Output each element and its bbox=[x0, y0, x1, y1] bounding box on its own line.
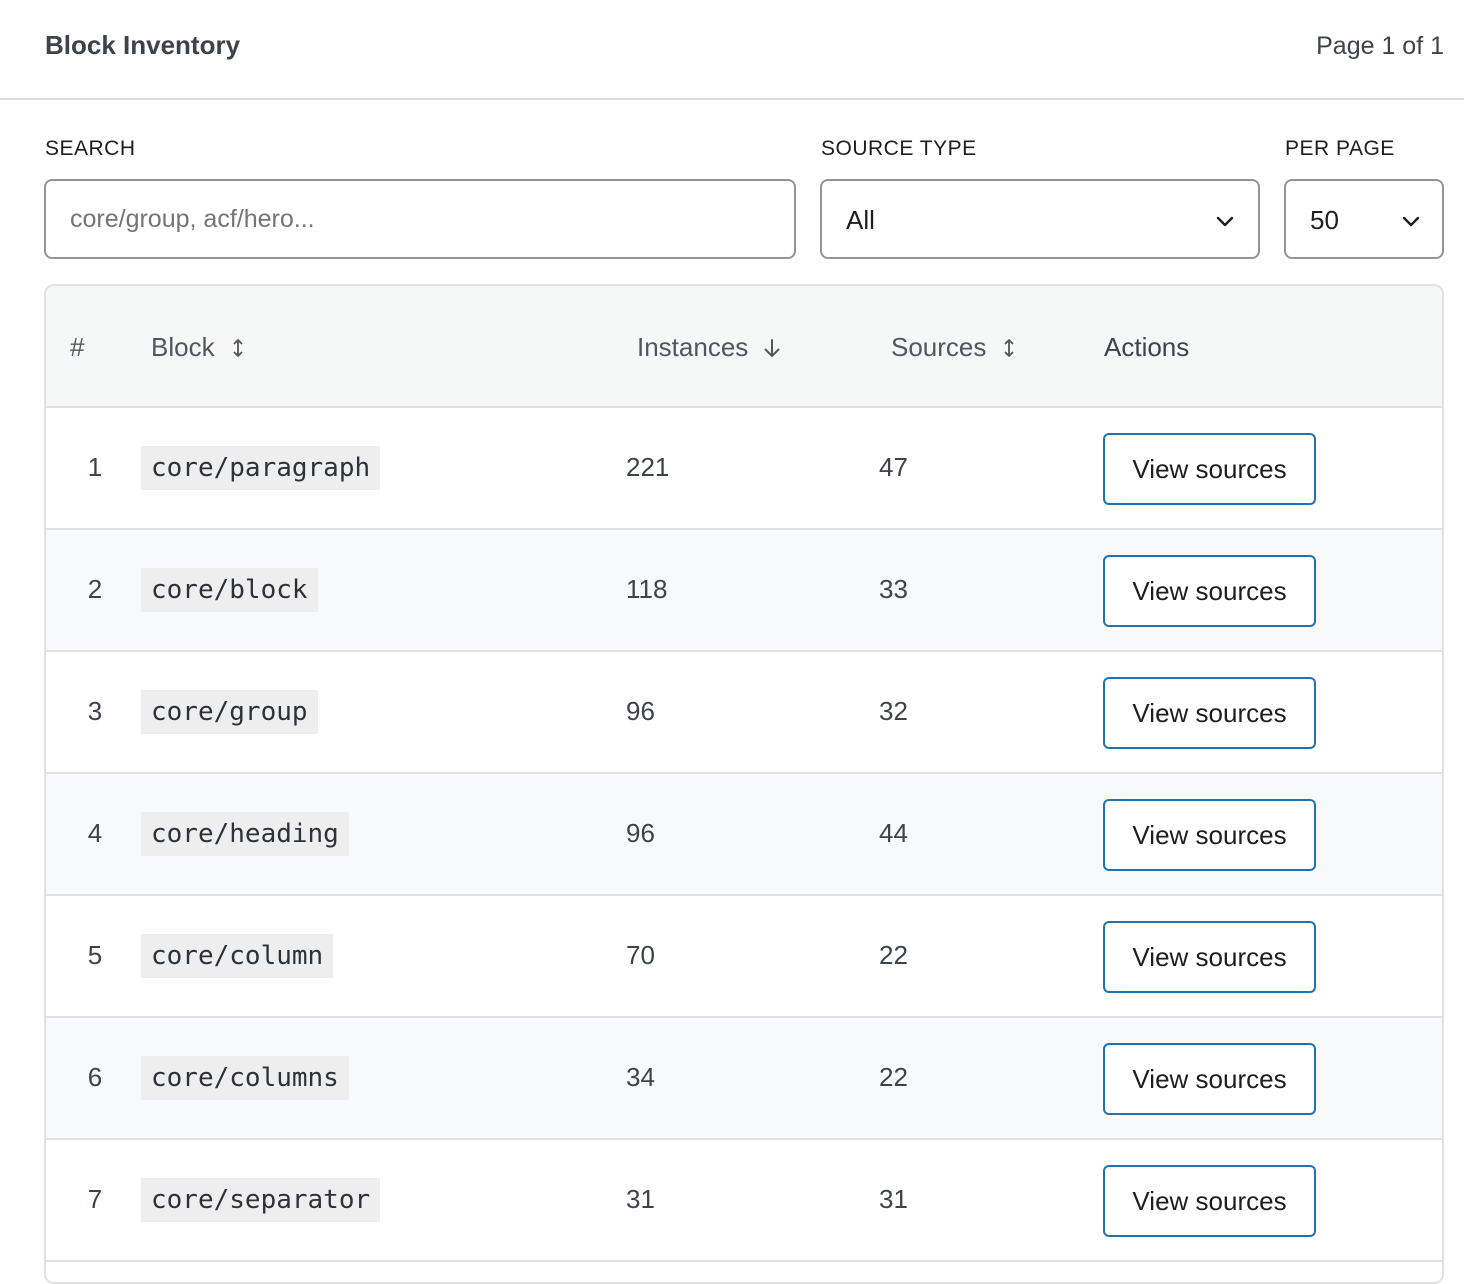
sources-count: 22 bbox=[879, 940, 908, 970]
block-name: core/columns bbox=[141, 1056, 349, 1100]
instances-count: 31 bbox=[626, 1184, 655, 1214]
search-input[interactable] bbox=[44, 179, 796, 259]
instances-count: 34 bbox=[626, 1062, 655, 1092]
row-index: 1 bbox=[87, 452, 103, 482]
table-row: 5 core/column 70 22 View sources bbox=[46, 896, 1442, 1018]
sources-count: 22 bbox=[879, 1062, 908, 1092]
sources-count: 44 bbox=[879, 818, 908, 848]
table-row: 3 core/group 96 32 View sources bbox=[46, 652, 1442, 774]
column-header-instances-label: Instances bbox=[637, 332, 749, 362]
chevron-down-icon bbox=[1402, 216, 1420, 227]
block-name: core/separator bbox=[141, 1178, 381, 1222]
table-row: 1 core/paragraph 221 47 View sources bbox=[46, 408, 1442, 530]
column-header-actions-label: Actions bbox=[1104, 332, 1190, 362]
sources-count: 32 bbox=[879, 696, 908, 726]
view-sources-button[interactable]: View sources bbox=[1103, 677, 1316, 749]
column-header-sources[interactable]: Sources bbox=[891, 332, 1018, 363]
source-type-label: SOURCE TYPE bbox=[821, 137, 977, 160]
row-index: 7 bbox=[87, 1184, 103, 1214]
view-sources-button[interactable]: View sources bbox=[1103, 1165, 1316, 1237]
instances-count: 221 bbox=[626, 452, 670, 482]
page-title: Block Inventory bbox=[45, 30, 241, 60]
sources-count: 47 bbox=[879, 452, 908, 482]
column-header-instances[interactable]: Instances bbox=[637, 332, 782, 363]
instances-count: 118 bbox=[626, 574, 668, 604]
row-index: 5 bbox=[87, 940, 103, 970]
table-row: 7 core/separator 31 31 View sources bbox=[46, 1140, 1442, 1262]
table-row: 6 core/columns 34 22 View sources bbox=[46, 1018, 1442, 1140]
view-sources-button[interactable]: View sources bbox=[1103, 433, 1316, 505]
view-sources-button[interactable]: View sources bbox=[1103, 1043, 1316, 1115]
block-name: core/block bbox=[141, 568, 318, 612]
instances-count: 96 bbox=[626, 818, 655, 848]
chevron-down-icon bbox=[1216, 216, 1234, 227]
instances-count: 70 bbox=[626, 940, 655, 970]
sort-updown-icon bbox=[1004, 338, 1014, 357]
per-page-select[interactable]: 50 bbox=[1284, 179, 1444, 259]
row-index: 6 bbox=[87, 1062, 103, 1092]
page-indicator: Page 1 of 1 bbox=[1316, 32, 1444, 60]
table-row: 4 core/heading 96 44 View sources bbox=[46, 774, 1442, 896]
source-type-select[interactable]: All bbox=[820, 179, 1260, 259]
table-row: 2 core/block 118 33 View sources bbox=[46, 530, 1442, 652]
table-header: # Block Instances Sources Actions bbox=[46, 286, 1442, 408]
column-header-index-label: # bbox=[70, 332, 85, 362]
column-header-block-label: Block bbox=[151, 332, 215, 362]
sources-count: 31 bbox=[879, 1184, 908, 1214]
block-name: core/column bbox=[141, 934, 334, 978]
block-table: # Block Instances Sources Actions 1 core… bbox=[44, 284, 1444, 1284]
sort-updown-icon bbox=[233, 338, 242, 357]
row-index: 3 bbox=[87, 696, 103, 726]
page-header: Block Inventory Page 1 of 1 bbox=[0, 0, 1464, 100]
sources-count: 33 bbox=[879, 574, 908, 604]
per-page-value: 50 bbox=[1310, 205, 1339, 235]
column-header-sources-label: Sources bbox=[891, 332, 987, 362]
per-page-label: PER PAGE bbox=[1285, 137, 1395, 160]
view-sources-button[interactable]: View sources bbox=[1103, 799, 1316, 871]
arrow-down-icon bbox=[764, 338, 780, 357]
block-name: core/group bbox=[141, 690, 318, 734]
search-label: SEARCH bbox=[45, 137, 136, 160]
view-sources-button[interactable]: View sources bbox=[1103, 555, 1316, 627]
block-name: core/paragraph bbox=[141, 446, 381, 490]
column-header-index: # bbox=[70, 332, 84, 363]
block-name: core/heading bbox=[141, 812, 349, 856]
row-index: 4 bbox=[87, 818, 103, 848]
column-header-block[interactable]: Block bbox=[151, 332, 247, 363]
row-index: 2 bbox=[87, 574, 103, 604]
view-sources-button[interactable]: View sources bbox=[1103, 921, 1316, 993]
instances-count: 96 bbox=[626, 696, 655, 726]
column-header-actions: Actions bbox=[1104, 332, 1189, 363]
source-type-value: All bbox=[846, 205, 875, 235]
